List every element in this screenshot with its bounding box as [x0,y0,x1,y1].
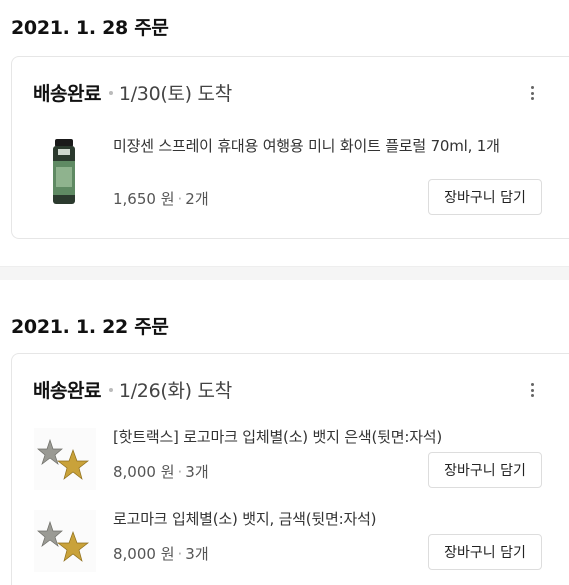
product-thumbnail-spray[interactable] [34,137,94,207]
section-divider [0,266,569,280]
quantity: 2개 [185,190,209,208]
product-thumbnail-star-badge[interactable] [34,510,96,572]
separator-dot [108,387,113,392]
more-options-icon[interactable] [525,380,539,400]
arrival-date: 1/26(화) 도착 [118,380,232,402]
product-thumbnail-star-badge[interactable] [34,428,96,490]
delivery-status: 배송완료 [33,380,101,402]
order-item: [핫트랙스] 로고마크 입체별(소) 뱃지 은색(뒷면:자석) 8,000 원 ·… [34,424,554,494]
order-card: 배송완료 1/26(화) 도착 [핫트랙스] 로고마크 입체별(소) 뱃지 은색… [11,353,569,585]
product-name[interactable]: 미쟝센 스프레이 휴대용 여행용 미니 화이트 플로럴 70ml, 1개 [113,135,553,157]
order-item: 미쟝센 스프레이 휴대용 여행용 미니 화이트 플로럴 70ml, 1개 1,6… [34,137,554,217]
order-card: 배송완료 1/30(토) 도착 미쟝센 스프레이 휴대용 여행용 미니 화이트 … [11,56,569,239]
price: 8,000 원 [113,545,175,563]
product-name[interactable]: [핫트랙스] 로고마크 입체별(소) 뱃지 은색(뒷면:자석) [113,426,553,448]
add-to-cart-button[interactable]: 장바구니 담기 [428,179,542,215]
price-qty: 8,000 원 · 3개 [113,463,209,481]
arrival-date: 1/30(토) 도착 [118,83,232,105]
price-qty: 1,650 원 · 2개 [113,190,209,208]
quantity: 3개 [185,463,209,481]
quantity: 3개 [185,545,209,563]
product-name[interactable]: 로고마크 입체별(소) 뱃지, 금색(뒷면:자석) [113,508,553,530]
delivery-status: 배송완료 [33,83,101,105]
price: 8,000 원 [113,463,175,481]
more-options-icon[interactable] [525,83,539,103]
separator-dot [108,90,113,95]
price: 1,650 원 [113,190,175,208]
order-item: 로고마크 입체별(소) 뱃지, 금색(뒷면:자석) 8,000 원 · 3개 장바구… [34,506,554,576]
order-date: 2021. 1. 28 주문 [11,17,169,39]
add-to-cart-button[interactable]: 장바구니 담기 [428,452,542,488]
order-header: 배송완료 1/30(토) 도착 [33,79,232,106]
add-to-cart-button[interactable]: 장바구니 담기 [428,534,542,570]
order-header: 배송완료 1/26(화) 도착 [33,376,232,403]
price-qty: 8,000 원 · 3개 [113,545,209,563]
order-date: 2021. 1. 22 주문 [11,316,169,338]
